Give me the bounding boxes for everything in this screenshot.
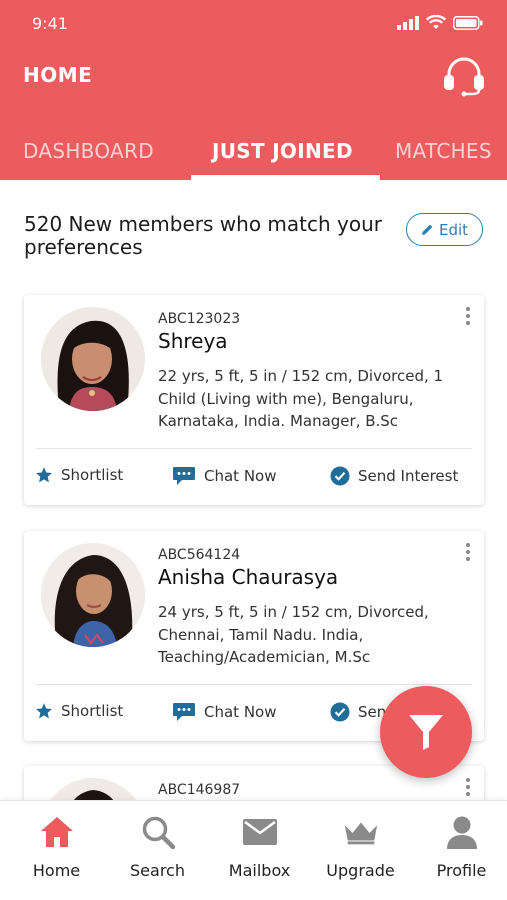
crown-icon [343, 815, 379, 849]
tab-bar: DASHBOARD JUST JOINED MATCHES [0, 132, 507, 180]
edit-label: Edit [438, 220, 469, 239]
star-icon [35, 703, 53, 719]
mail-icon [242, 815, 278, 849]
battery-icon [453, 15, 483, 30]
nav-label: Home [32, 861, 81, 880]
pencil-icon [421, 224, 433, 235]
filter-icon [409, 715, 443, 750]
avatar [41, 307, 145, 411]
home-icon [39, 815, 75, 849]
chat-now-button[interactable]: Chat Now [172, 702, 277, 722]
chat-now-button[interactable]: Chat Now [172, 466, 277, 486]
nav-label: Profile [436, 861, 487, 880]
filter-button[interactable] [380, 686, 472, 778]
star-icon [35, 467, 53, 483]
nav-home[interactable]: Home [6, 801, 107, 900]
wifi-icon [426, 15, 446, 29]
signal-icon [397, 15, 419, 30]
member-details: 24 yrs, 5 ft, 5 in / 152 cm, Divorced, C… [158, 603, 429, 666]
nav-mailbox[interactable]: Mailbox [209, 801, 310, 900]
send-interest-button[interactable]: Send Interest [330, 466, 458, 486]
send-interest-label: Send Interest [358, 467, 459, 485]
member-id: ABC564124 [158, 547, 241, 563]
person-icon [444, 815, 480, 849]
tab-just-joined[interactable]: JUST JOINED [212, 139, 353, 163]
chat-icon [173, 467, 195, 485]
shortlist-button[interactable]: Shortlist [35, 466, 123, 484]
check-circle-icon [330, 702, 350, 722]
member-details: 22 yrs, 5 ft, 5 in / 152 cm, Divorced, 1… [158, 367, 444, 430]
nav-label: Upgrade [326, 861, 395, 880]
edit-preferences-button[interactable]: Edit [406, 213, 483, 246]
avatar [41, 543, 145, 647]
member-name: Shreya [158, 329, 228, 353]
chat-now-label: Chat Now [204, 703, 277, 721]
active-tab-indicator [191, 175, 380, 180]
nav-label: Mailbox [228, 861, 291, 880]
more-options-icon[interactable] [460, 776, 476, 800]
nav-label: Search [130, 861, 185, 880]
headset-icon[interactable] [441, 55, 487, 97]
page-title: HOME [23, 63, 93, 87]
shortlist-button[interactable]: Shortlist [35, 702, 123, 720]
chat-now-label: Chat Now [204, 467, 277, 485]
status-time: 9:41 [32, 14, 68, 33]
shortlist-label: Shortlist [61, 466, 124, 484]
tab-dashboard[interactable]: DASHBOARD [23, 139, 154, 163]
shortlist-label: Shortlist [61, 702, 124, 720]
divider [36, 684, 472, 685]
nav-upgrade[interactable]: Upgrade [310, 801, 411, 900]
chat-icon [173, 703, 195, 721]
app-header: 9:41 HOME DASHBOARD JUST JOINED MATCHES [0, 0, 507, 180]
search-icon [140, 815, 176, 849]
new-members-summary: 520 New members who match your preferenc… [24, 212, 382, 259]
nav-profile[interactable]: Profile [411, 801, 507, 900]
bottom-navigation: Home Search Mailbox Upgrade Profile [0, 800, 507, 900]
member-id: ABC123023 [158, 311, 241, 327]
member-id: ABC146987 [158, 782, 241, 798]
tab-matches[interactable]: MATCHES [395, 139, 492, 163]
divider [36, 448, 472, 449]
member-name: Anisha Chaurasya [158, 565, 339, 589]
card-actions: Shortlist Chat Now Send Interest [24, 453, 484, 495]
more-options-icon[interactable] [460, 305, 476, 329]
status-icons [397, 15, 483, 30]
check-circle-icon [330, 466, 350, 486]
member-card[interactable]: ABC123023 Shreya 22 yrs, 5 ft, 5 in / 15… [24, 295, 484, 505]
nav-search[interactable]: Search [107, 801, 208, 900]
more-options-icon[interactable] [460, 541, 476, 565]
